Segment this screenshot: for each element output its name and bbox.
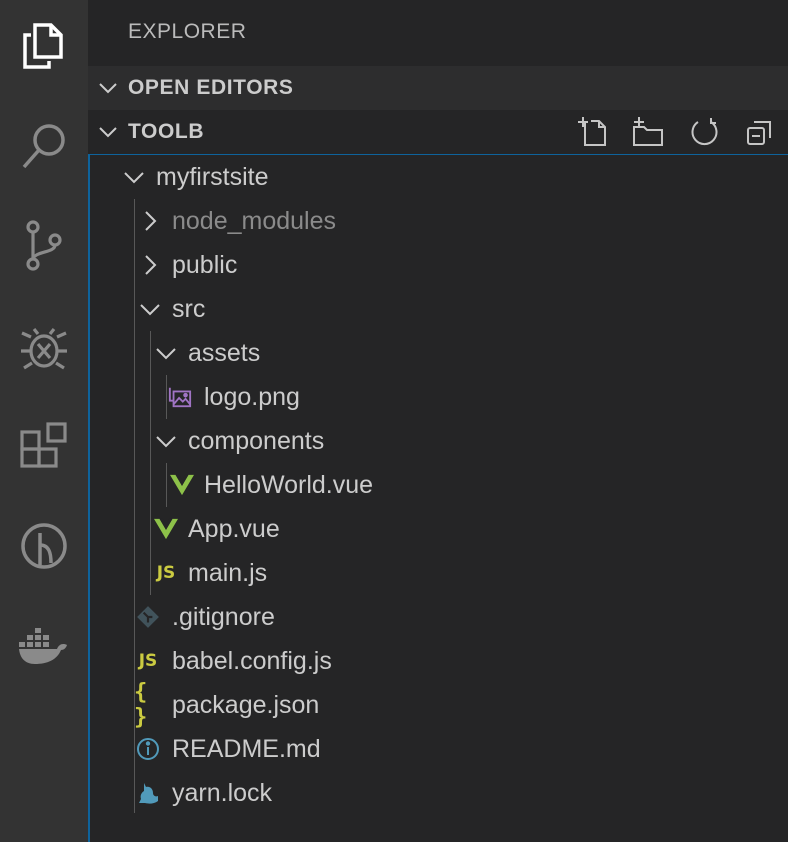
yarn-file-icon	[139, 783, 158, 804]
tree-folder-src[interactable]: src	[90, 287, 788, 331]
vue-file-icon	[170, 474, 194, 496]
chevron-down-icon	[156, 348, 176, 360]
source-control-activity-button[interactable]	[0, 206, 88, 286]
tree-folder-public[interactable]: public	[90, 243, 788, 287]
chevron-down-icon	[156, 436, 176, 448]
tree-folder-assets[interactable]: assets	[90, 331, 788, 375]
open-editors-label: OPEN EDITORS	[128, 76, 294, 99]
git-file-icon	[137, 606, 159, 628]
docker-icon	[19, 628, 67, 664]
debug-activity-button[interactable]	[0, 306, 88, 386]
tree-item-label: HelloWorld.vue	[204, 471, 374, 499]
tree-item-label: package.json	[172, 691, 320, 719]
js-file-icon: JS	[138, 651, 158, 671]
info-file-icon	[137, 738, 159, 760]
search-activity-button[interactable]	[0, 106, 88, 186]
new-file-button[interactable]	[564, 110, 620, 154]
tree-item-label: App.vue	[188, 515, 280, 543]
tree-item-label: node_modules	[172, 207, 337, 235]
vue-file-icon	[154, 518, 178, 540]
tree-file-babel-config-js[interactable]: JS babel.config.js	[90, 639, 788, 683]
gitlens-activity-button[interactable]	[0, 506, 88, 586]
chevron-down-icon	[124, 172, 144, 184]
json-file-icon: { }	[134, 680, 148, 730]
new-folder-icon	[633, 117, 663, 146]
tree-item-label: README.md	[172, 735, 321, 763]
tree-file-main-js[interactable]: JS main.js	[90, 551, 788, 595]
tree-item-label: babel.config.js	[172, 647, 332, 675]
new-file-icon	[578, 117, 606, 146]
collapse-all-button[interactable]	[732, 110, 788, 154]
open-editors-section-header[interactable]: OPEN EDITORS	[88, 66, 788, 110]
refresh-button[interactable]	[676, 110, 732, 154]
debug-icon	[21, 328, 67, 370]
extensions-icon	[20, 422, 67, 468]
js-file-icon: JS	[156, 563, 176, 583]
chevron-down-icon	[99, 127, 117, 138]
files-icon	[23, 23, 63, 69]
tree-item-label: yarn.lock	[172, 779, 273, 807]
tree-item-label: myfirstsite	[156, 163, 269, 191]
docker-activity-button[interactable]	[0, 606, 88, 686]
explorer-sidebar: EXPLORER OPEN EDITORS TOOLB myfirstsite …	[88, 0, 788, 842]
search-icon	[22, 124, 65, 169]
workspace-label: TOOLB	[128, 120, 205, 143]
explorer-actions	[564, 110, 788, 154]
refresh-icon	[691, 118, 718, 146]
tree-file-package-json[interactable]: { } package.json	[90, 680, 788, 730]
tree-folder-myfirstsite[interactable]: myfirstsite	[90, 155, 788, 199]
explorer-activity-button[interactable]	[0, 6, 88, 86]
tree-item-label: logo.png	[204, 383, 300, 411]
sidebar-title: EXPLORER	[128, 20, 247, 43]
tree-file-readme-md[interactable]: README.md	[90, 727, 788, 771]
chevron-right-icon	[145, 255, 157, 275]
tree-item-label: src	[172, 295, 206, 323]
tree-item-label: main.js	[188, 559, 268, 587]
tree-file-gitignore[interactable]: .gitignore	[90, 595, 788, 639]
chevron-right-icon	[145, 211, 157, 231]
tree-item-label: public	[172, 251, 238, 279]
workspace-section-header[interactable]: TOOLB	[88, 110, 788, 154]
tree-item-label: assets	[188, 339, 261, 367]
tree-file-yarn-lock[interactable]: yarn.lock	[90, 771, 788, 815]
extensions-activity-button[interactable]	[0, 406, 88, 486]
source-control-icon	[26, 220, 62, 271]
activity-bar	[0, 0, 88, 842]
tree-file-app-vue[interactable]: App.vue	[90, 507, 788, 551]
tree-item-label: .gitignore	[172, 603, 275, 631]
new-folder-button[interactable]	[620, 110, 676, 154]
chevron-down-icon	[99, 83, 117, 94]
image-file-icon	[168, 387, 192, 408]
collapse-all-icon	[747, 121, 771, 145]
tree-folder-node-modules[interactable]: node_modules	[90, 199, 788, 243]
tree-file-logo-png[interactable]: logo.png	[90, 375, 788, 419]
tree-item-label: components	[188, 427, 325, 455]
tree-file-helloworld-vue[interactable]: HelloWorld.vue	[90, 463, 788, 507]
chevron-down-icon	[140, 304, 160, 316]
gitlens-icon	[21, 523, 67, 569]
tree-folder-components[interactable]: components	[90, 419, 788, 463]
file-tree: myfirstsite node_modules public src asse…	[88, 154, 788, 842]
